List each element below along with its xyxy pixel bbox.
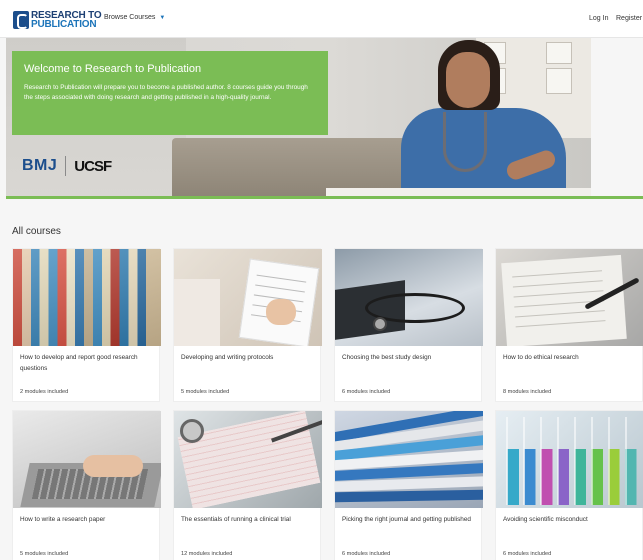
hero-accent-line bbox=[6, 196, 643, 199]
course-modules-count: 12 modules included bbox=[181, 551, 233, 557]
logo-mark-icon bbox=[13, 11, 29, 29]
course-title[interactable]: How to do ethical research bbox=[503, 352, 637, 363]
course-card[interactable]: Developing and writing protocols 5 modul… bbox=[173, 248, 322, 402]
journal-stack-image bbox=[335, 411, 483, 508]
course-modules-count: 5 modules included bbox=[181, 389, 230, 395]
partner-logos: BMJ UCSF bbox=[22, 156, 112, 176]
typing-laptop-image bbox=[13, 411, 161, 508]
course-card[interactable]: Choosing the best study design 6 modules… bbox=[334, 248, 483, 402]
site-logo[interactable]: RESEARCH TO PUBLICATION bbox=[13, 10, 102, 30]
course-title[interactable]: Picking the right journal and getting pu… bbox=[342, 514, 476, 525]
course-modules-count: 6 modules included bbox=[342, 551, 391, 557]
bmj-logo: BMJ bbox=[22, 157, 58, 174]
stethoscope-keyboard-image bbox=[335, 249, 483, 346]
browse-courses-dropdown[interactable]: Browse Courses ▼ bbox=[104, 14, 165, 21]
hero-description: Research to Publication will prepare you… bbox=[24, 84, 308, 101]
course-card[interactable]: How to develop and report good research … bbox=[12, 248, 161, 402]
course-title[interactable]: How to develop and report good research … bbox=[20, 352, 154, 374]
course-title[interactable]: Avoiding scientific misconduct bbox=[503, 514, 637, 525]
course-modules-count: 8 modules included bbox=[503, 389, 552, 395]
logo-divider bbox=[65, 156, 67, 176]
course-card[interactable]: Avoiding scientific misconduct 6 modules… bbox=[495, 410, 643, 560]
course-card[interactable]: How to write a research paper 5 modules … bbox=[12, 410, 161, 560]
logo-line-2: PUBLICATION bbox=[31, 19, 97, 30]
course-card[interactable]: Picking the right journal and getting pu… bbox=[334, 410, 483, 560]
welcome-box: Welcome to Research to Publication Resea… bbox=[12, 51, 328, 135]
course-title[interactable]: How to write a research paper bbox=[20, 514, 154, 525]
top-nav-bar: RESEARCH TO PUBLICATION Browse Courses ▼… bbox=[0, 0, 643, 38]
course-title[interactable]: The essentials of running a clinical tri… bbox=[181, 514, 315, 525]
course-card[interactable]: How to do ethical research 8 modules inc… bbox=[495, 248, 643, 402]
hero-title: Welcome to Research to Publication bbox=[24, 63, 202, 75]
test-tubes-image bbox=[496, 411, 643, 508]
course-modules-count: 2 modules included bbox=[20, 389, 69, 395]
browse-courses-label: Browse Courses bbox=[104, 14, 156, 21]
stethoscope-icon bbox=[443, 112, 487, 172]
register-link[interactable]: Register bbox=[616, 15, 642, 22]
caret-down-icon: ▼ bbox=[159, 14, 166, 21]
course-modules-count: 6 modules included bbox=[342, 389, 391, 395]
consent-form-image bbox=[496, 249, 643, 346]
writing-protocol-image bbox=[174, 249, 322, 346]
library-shelves-image bbox=[13, 249, 161, 346]
course-title[interactable]: Choosing the best study design bbox=[342, 352, 476, 363]
ecg-chart-image bbox=[174, 411, 322, 508]
course-modules-count: 5 modules included bbox=[20, 551, 69, 557]
ucsf-logo: UCSF bbox=[74, 157, 112, 175]
course-card[interactable]: The essentials of running a clinical tri… bbox=[173, 410, 322, 560]
course-title[interactable]: Developing and writing protocols bbox=[181, 352, 315, 363]
login-link[interactable]: Log In bbox=[589, 15, 608, 22]
all-courses-heading: All courses bbox=[12, 226, 61, 237]
course-modules-count: 6 modules included bbox=[503, 551, 552, 557]
hero-banner: Welcome to Research to Publication Resea… bbox=[6, 38, 591, 196]
